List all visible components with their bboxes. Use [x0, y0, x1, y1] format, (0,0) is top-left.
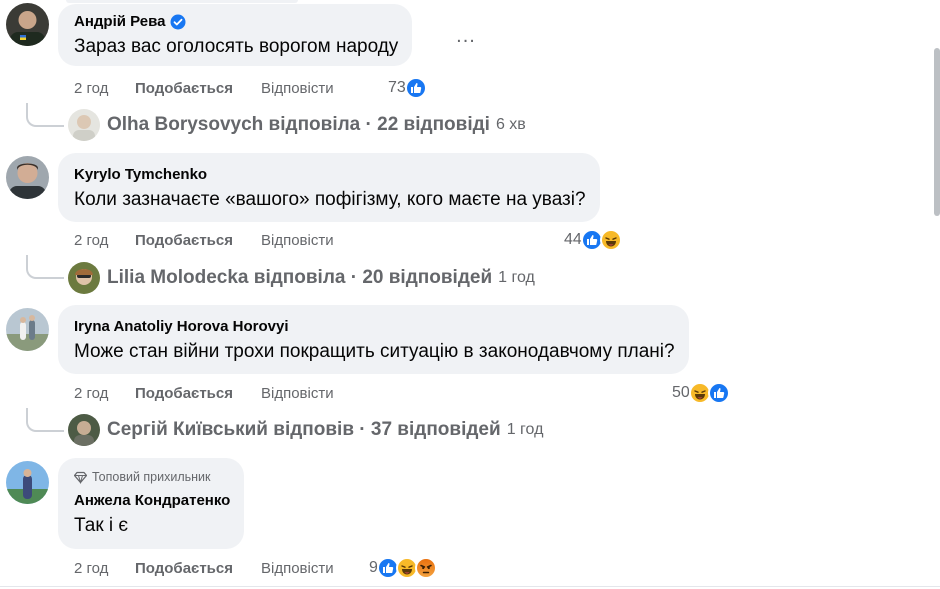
- comment-bubble: Iryna Anatoliy Horova Horovyi Може стан …: [58, 305, 689, 374]
- comment-actions: 2 год Подобається Відповісти: [74, 230, 334, 250]
- like-button[interactable]: Подобається: [135, 232, 261, 249]
- reaction-count: 50: [672, 384, 690, 401]
- avatar[interactable]: [6, 3, 49, 46]
- comment-bubble: Андрій Рева Зараз вас оголосять ворогом …: [58, 4, 413, 66]
- reaction-count: 73: [388, 79, 406, 96]
- like-reaction-icon: [707, 382, 730, 404]
- comment-text: Коли зазначаєте «вашого» пофігізму, кого…: [74, 189, 586, 210]
- more-options-icon[interactable]: ...: [452, 22, 480, 50]
- avatar[interactable]: [6, 461, 49, 504]
- comment-author[interactable]: Анжела Кондратенко: [74, 491, 230, 511]
- view-replies-link[interactable]: Сергій Київський відповів · 37 відповіде…: [68, 414, 543, 446]
- replies-time: 1 год: [506, 421, 544, 438]
- reactions-summary[interactable]: 44: [564, 228, 622, 252]
- angry-reaction-icon: [414, 557, 437, 579]
- reply-button[interactable]: Відповісти: [261, 385, 334, 402]
- replies-summary[interactable]: Сергій Київський відповів · 37 відповіде…: [107, 419, 501, 441]
- reply-avatar: [68, 262, 100, 294]
- comment-time[interactable]: 2 год: [74, 232, 135, 249]
- thread-connector: [26, 408, 64, 432]
- reactions-summary[interactable]: 9: [369, 556, 437, 580]
- avatar[interactable]: [6, 308, 49, 351]
- previous-comment-bubble-edge: [66, 0, 298, 3]
- like-reaction-icon: [404, 77, 427, 99]
- author-name[interactable]: Iryna Anatoliy Horova Horovyi: [74, 317, 289, 337]
- reactions-summary[interactable]: 50: [672, 381, 730, 405]
- author-name[interactable]: Анжела Кондратенко: [74, 491, 230, 511]
- haha-reaction-icon: [599, 229, 622, 251]
- comment-text: Зараз вас оголосять ворогом народу: [74, 36, 399, 57]
- reply-button[interactable]: Відповісти: [261, 232, 334, 249]
- comment-author[interactable]: Iryna Anatoliy Horova Horovyi: [74, 317, 289, 337]
- like-button[interactable]: Подобається: [135, 560, 261, 577]
- avatar[interactable]: [6, 156, 49, 199]
- replies-time: 6 хв: [495, 116, 526, 133]
- badge-label: Топовий прихильник: [92, 470, 211, 484]
- reply-avatar: [68, 109, 100, 141]
- comment-time[interactable]: 2 год: [74, 80, 135, 97]
- divider: [0, 586, 940, 587]
- comment-author[interactable]: Андрій Рева: [74, 12, 186, 32]
- replies-time: 1 год: [498, 269, 535, 286]
- diamond-icon: [74, 471, 87, 484]
- reaction-count: 44: [564, 231, 582, 248]
- comment-actions: 2 год Подобається Відповісти: [74, 558, 334, 578]
- view-replies-link[interactable]: Lilia Molodecka відповіла · 20 відповіде…: [68, 262, 535, 294]
- comment-text: Може стан війни трохи покращить ситуацію…: [74, 341, 675, 362]
- like-button[interactable]: Подобається: [135, 80, 261, 97]
- comment-bubble: Топовий прихильник Анжела Кондратенко Та…: [58, 458, 245, 549]
- like-button[interactable]: Подобається: [135, 385, 261, 402]
- top-fan-badge[interactable]: Топовий прихильник: [74, 469, 230, 485]
- reply-button[interactable]: Відповісти: [261, 560, 334, 577]
- scrollbar[interactable]: [934, 48, 940, 216]
- thread-connector: [26, 255, 64, 279]
- comment-actions: 2 год Подобається Відповісти: [74, 383, 334, 403]
- comment-actions: 2 год Подобається Відповісти: [74, 78, 334, 98]
- comment-time[interactable]: 2 год: [74, 385, 135, 402]
- replies-summary[interactable]: Olha Borysovych відповіла · 22 відповіді: [107, 114, 490, 136]
- replies-summary[interactable]: Lilia Molodecka відповіла · 20 відповіде…: [107, 267, 492, 289]
- thread-connector: [26, 103, 64, 127]
- comment-bubble: Kyrylo Tymchenko Коли зазначаєте «вашого…: [58, 153, 600, 222]
- reply-avatar: [68, 414, 100, 446]
- comment-author[interactable]: Kyrylo Tymchenko: [74, 165, 207, 185]
- comment-text: Так і є: [74, 515, 129, 536]
- reply-button[interactable]: Відповісти: [261, 80, 334, 97]
- verified-badge-icon: [170, 14, 186, 30]
- reactions-summary[interactable]: 73: [388, 76, 427, 100]
- author-name[interactable]: Андрій Рева: [74, 12, 165, 32]
- comment-time[interactable]: 2 год: [74, 560, 135, 577]
- author-name[interactable]: Kyrylo Tymchenko: [74, 165, 207, 185]
- view-replies-link[interactable]: Olha Borysovych відповіла · 22 відповіді…: [68, 109, 526, 141]
